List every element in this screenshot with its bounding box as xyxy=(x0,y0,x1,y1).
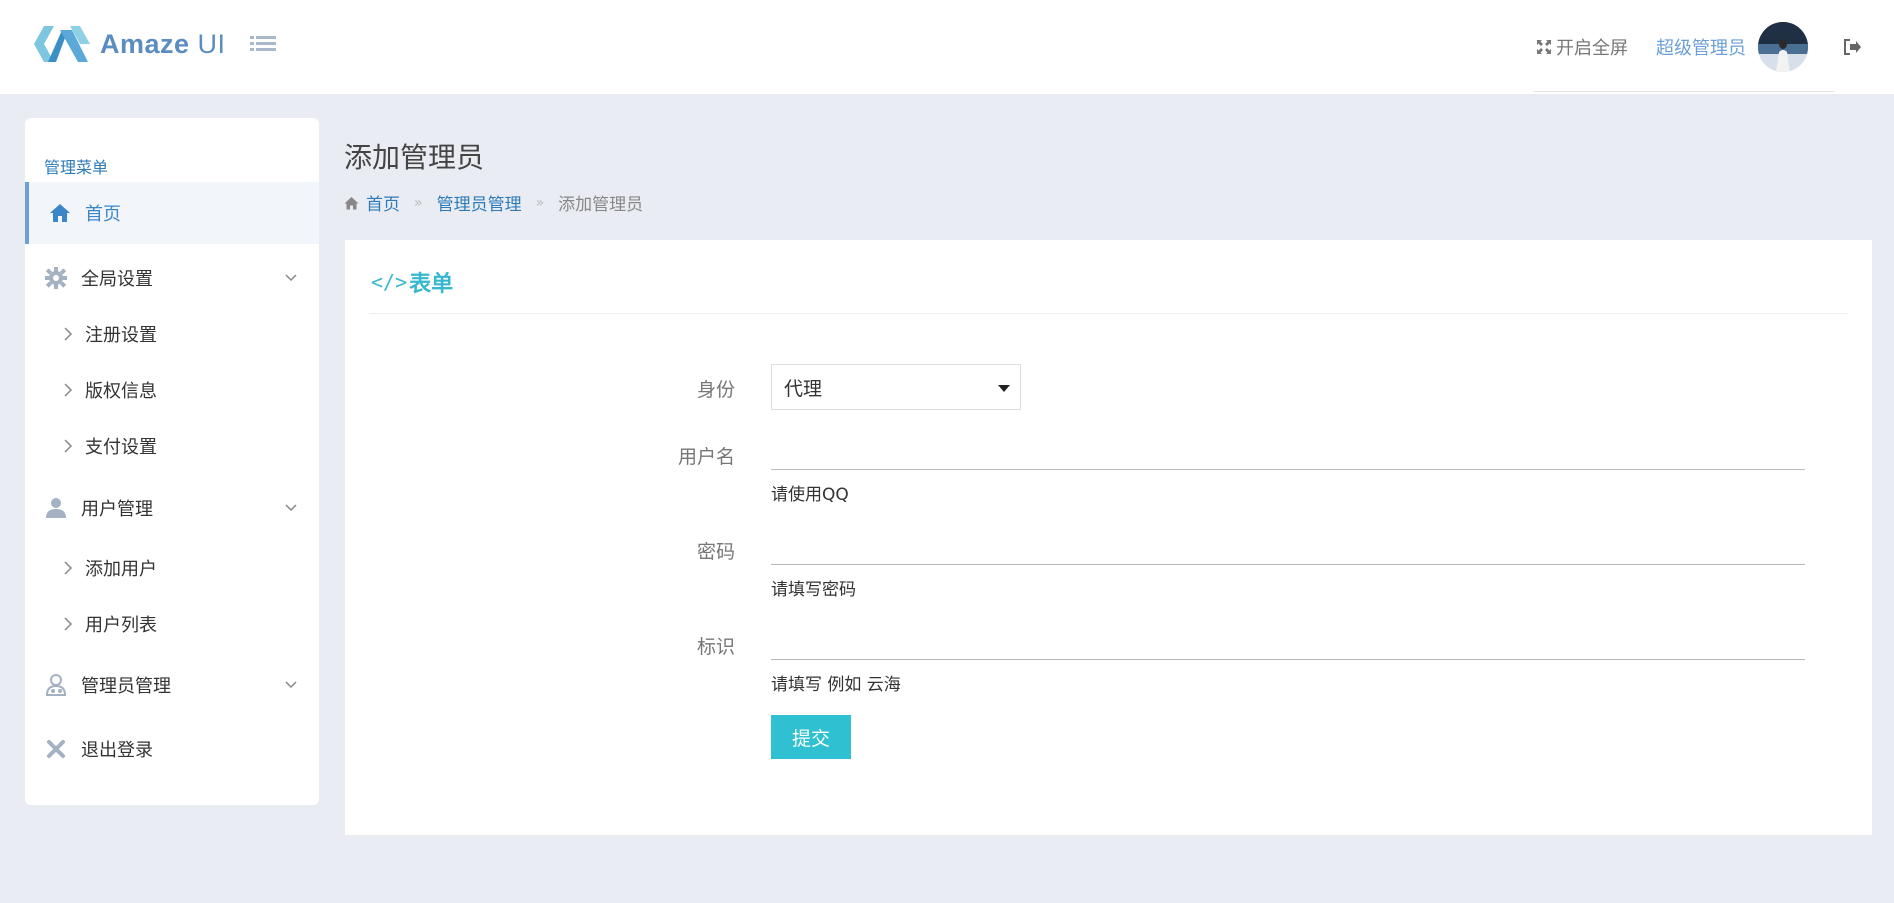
chevron-right-icon xyxy=(64,617,73,631)
chevron-right-icon xyxy=(64,383,73,397)
sidebar-item-label: 用户管理 xyxy=(81,499,153,520)
username-help: 请使用QQ xyxy=(771,485,849,505)
fullscreen-label: 开启全屏 xyxy=(1556,38,1628,59)
header-divider xyxy=(1534,91,1834,92)
sidebar-subitem-add-user[interactable]: 添加用户 xyxy=(25,550,319,586)
chevron-right-icon xyxy=(64,327,73,341)
logout-icon[interactable] xyxy=(1842,37,1862,57)
sidebar-item-label: 管理员管理 xyxy=(81,676,171,697)
role-select[interactable]: 代理 xyxy=(771,364,1021,410)
sidebar-item-global-settings[interactable]: 全局设置 xyxy=(25,258,319,298)
fullscreen-button[interactable]: 开启全屏 xyxy=(1536,34,1628,60)
password-help: 请填写密码 xyxy=(771,580,856,600)
sidebar-subitem-register-settings[interactable]: 注册设置 xyxy=(25,316,319,352)
admin-icon xyxy=(45,674,67,696)
breadcrumb-home[interactable]: 首页 xyxy=(366,190,400,215)
caret-down-icon xyxy=(998,385,1010,392)
user-icon xyxy=(46,498,66,518)
submit-button[interactable]: 提交 xyxy=(771,715,851,759)
role-label: 身份 xyxy=(696,379,735,401)
chevron-down-icon xyxy=(285,274,297,282)
tag-label: 标识 xyxy=(696,636,735,658)
sidebar-item-label: 全局设置 xyxy=(81,269,153,290)
sidebar-subitem-payment-settings[interactable]: 支付设置 xyxy=(25,428,319,464)
brand-name: Amaze UI xyxy=(100,28,226,59)
code-icon: </> xyxy=(371,270,408,294)
sidebar-subitem-label: 用户列表 xyxy=(85,615,157,636)
sidebar-subitem-user-list[interactable]: 用户列表 xyxy=(25,606,319,642)
sidebar-subitem-label: 注册设置 xyxy=(85,325,157,346)
close-icon xyxy=(47,740,65,758)
password-input[interactable] xyxy=(771,531,1805,565)
sidebar-subitem-label: 版权信息 xyxy=(85,381,157,402)
user-name[interactable]: 超级管理员 xyxy=(1656,34,1746,60)
home-icon xyxy=(50,204,70,222)
panel-title: </> 表单 xyxy=(371,266,453,298)
breadcrumb: 首页 » 管理员管理 » 添加管理员 xyxy=(344,190,643,215)
chevron-right-icon xyxy=(64,561,73,575)
panel-divider xyxy=(369,313,1848,314)
top-header: Amaze UI 开启全屏 超级管理员 xyxy=(0,0,1894,94)
breadcrumb-separator: » xyxy=(535,194,545,211)
sidebar-subitem-label: 支付设置 xyxy=(85,437,157,458)
avatar-image xyxy=(1758,22,1808,72)
sidebar-item-home[interactable]: 首页 xyxy=(25,182,319,244)
form-panel: </> 表单 身份 代理 用户名 请使用QQ 密码 请填写密码 标识 请填写 例… xyxy=(345,240,1872,835)
sidebar-subitem-copyright[interactable]: 版权信息 xyxy=(25,372,319,408)
tag-help: 请填写 例如 云海 xyxy=(771,675,901,695)
logo[interactable]: Amaze UI xyxy=(34,26,226,62)
chevron-down-icon xyxy=(285,504,297,512)
username-label: 用户名 xyxy=(677,446,735,468)
avatar[interactable] xyxy=(1758,22,1808,72)
breadcrumb-admin-management[interactable]: 管理员管理 xyxy=(437,190,522,215)
expand-icon xyxy=(1537,40,1551,54)
menu-list-icon[interactable] xyxy=(250,34,276,56)
breadcrumb-current: 添加管理员 xyxy=(558,195,644,215)
sidebar-item-user-management[interactable]: 用户管理 xyxy=(25,488,319,528)
chevron-down-icon xyxy=(285,681,297,689)
sidebar: 管理菜单 首页 全局设置 注册设置 版权信息 支付设置 用户管理 添加用户 用户… xyxy=(25,118,319,805)
tag-input[interactable] xyxy=(771,626,1805,660)
page-title: 添加管理员 xyxy=(344,141,485,174)
chevron-right-icon xyxy=(64,439,73,453)
amaze-logo-icon xyxy=(34,26,90,62)
sidebar-item-label: 首页 xyxy=(85,204,121,225)
sidebar-title: 管理菜单 xyxy=(44,158,109,177)
home-icon xyxy=(344,196,359,209)
sidebar-item-label: 退出登录 xyxy=(81,740,153,761)
sidebar-subitem-label: 添加用户 xyxy=(85,559,157,580)
username-input[interactable] xyxy=(771,436,1805,470)
sidebar-item-admin-management[interactable]: 管理员管理 xyxy=(25,665,319,705)
password-label: 密码 xyxy=(696,541,735,563)
role-select-value: 代理 xyxy=(784,377,823,400)
sidebar-item-logout[interactable]: 退出登录 xyxy=(25,729,319,769)
breadcrumb-separator: » xyxy=(414,194,423,211)
panel-title-text: 表单 xyxy=(409,272,454,297)
gear-icon xyxy=(45,267,67,289)
